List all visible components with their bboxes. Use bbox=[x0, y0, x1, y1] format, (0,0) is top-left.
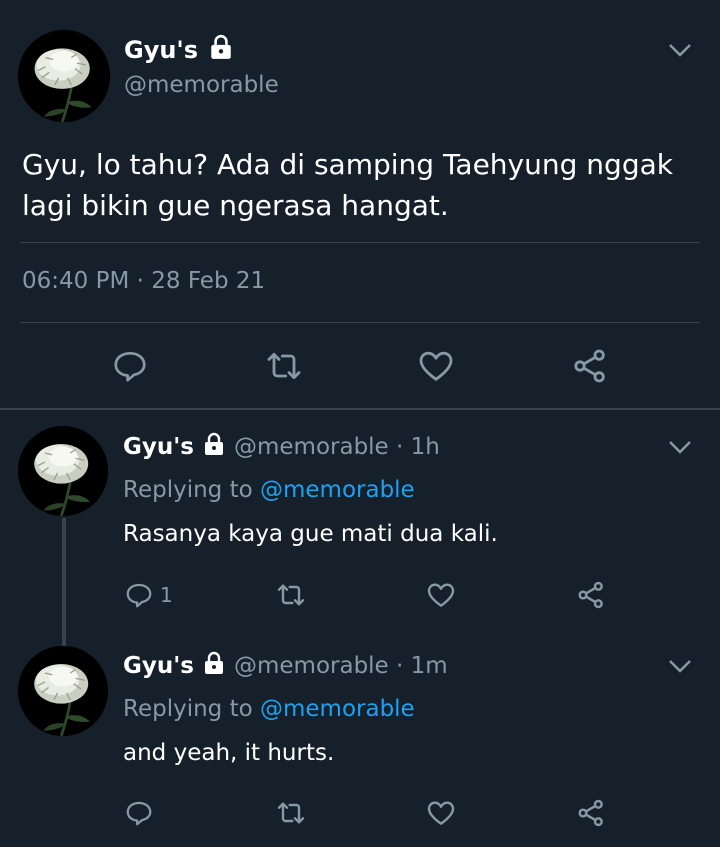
display-name[interactable]: Gyu's bbox=[123, 434, 194, 460]
like-icon bbox=[425, 579, 457, 611]
like-button[interactable] bbox=[416, 346, 456, 386]
replying-to-prefix: Replying to bbox=[123, 696, 253, 722]
avatar[interactable] bbox=[18, 30, 110, 122]
retweet-icon bbox=[275, 579, 307, 611]
avatar[interactable] bbox=[18, 426, 108, 516]
reply-button[interactable]: 1 bbox=[124, 580, 173, 610]
action-bar bbox=[0, 346, 720, 386]
chevron-down-icon[interactable] bbox=[666, 40, 694, 60]
tweet-text: Gyu, lo tahu? Ada di samping Taehyung ng… bbox=[22, 144, 702, 226]
tweet-text: Rasanya kaya gue mati dua kali. bbox=[123, 521, 498, 547]
reply-icon bbox=[111, 347, 149, 385]
replying-to-prefix: Replying to bbox=[123, 477, 253, 503]
divider bbox=[20, 322, 700, 323]
chevron-down-icon[interactable] bbox=[666, 656, 694, 676]
reply-icon bbox=[124, 580, 154, 610]
chevron-down-icon[interactable] bbox=[666, 437, 694, 457]
mention-link[interactable]: @memorable bbox=[260, 696, 415, 722]
replying-to: Replying to @memorable bbox=[123, 696, 415, 722]
reply-count: 1 bbox=[160, 583, 173, 607]
reply-header: Gyu's @memorable · 1h bbox=[123, 432, 440, 462]
action-bar bbox=[0, 796, 720, 830]
share-button[interactable] bbox=[575, 579, 607, 611]
reply-icon bbox=[124, 798, 154, 828]
share-icon bbox=[570, 346, 610, 386]
like-icon bbox=[425, 797, 457, 829]
timestamp[interactable]: 06:40 PM · 28 Feb 21 bbox=[22, 268, 265, 294]
lock-icon bbox=[208, 34, 234, 66]
handle-time[interactable]: @memorable · 1m bbox=[234, 653, 448, 679]
handle[interactable]: @memorable bbox=[124, 72, 279, 98]
like-icon bbox=[416, 346, 456, 386]
reply-button[interactable] bbox=[111, 347, 149, 385]
reply-header: Gyu's @memorable · 1m bbox=[123, 651, 448, 681]
like-button[interactable] bbox=[425, 579, 457, 611]
share-button[interactable] bbox=[570, 346, 610, 386]
divider bbox=[20, 242, 700, 243]
display-name[interactable]: Gyu's bbox=[123, 653, 194, 679]
action-bar: 1 bbox=[0, 578, 720, 612]
lock-icon bbox=[202, 651, 226, 681]
retweet-icon bbox=[275, 797, 307, 829]
retweet-button[interactable] bbox=[264, 346, 304, 386]
share-button[interactable] bbox=[575, 797, 607, 829]
mention-link[interactable]: @memorable bbox=[260, 477, 415, 503]
tweet-text: and yeah, it hurts. bbox=[123, 740, 335, 766]
retweet-icon bbox=[264, 346, 304, 386]
handle-time[interactable]: @memorable · 1h bbox=[234, 434, 440, 460]
retweet-button[interactable] bbox=[275, 579, 307, 611]
display-name[interactable]: Gyu's bbox=[124, 34, 234, 66]
share-icon bbox=[575, 579, 607, 611]
tweet-text-line: Gyu, lo tahu? Ada di samping Taehyung ng… bbox=[22, 148, 673, 181]
lock-icon bbox=[202, 432, 226, 462]
tweet-text-line: lagi bikin gue ngerasa hangat. bbox=[22, 189, 449, 222]
reply-button[interactable] bbox=[124, 798, 154, 828]
like-button[interactable] bbox=[425, 797, 457, 829]
share-icon bbox=[575, 797, 607, 829]
avatar[interactable] bbox=[18, 646, 108, 736]
divider bbox=[0, 408, 720, 410]
retweet-button[interactable] bbox=[275, 797, 307, 829]
replying-to: Replying to @memorable bbox=[123, 477, 415, 503]
display-name-text: Gyu's bbox=[124, 36, 199, 64]
